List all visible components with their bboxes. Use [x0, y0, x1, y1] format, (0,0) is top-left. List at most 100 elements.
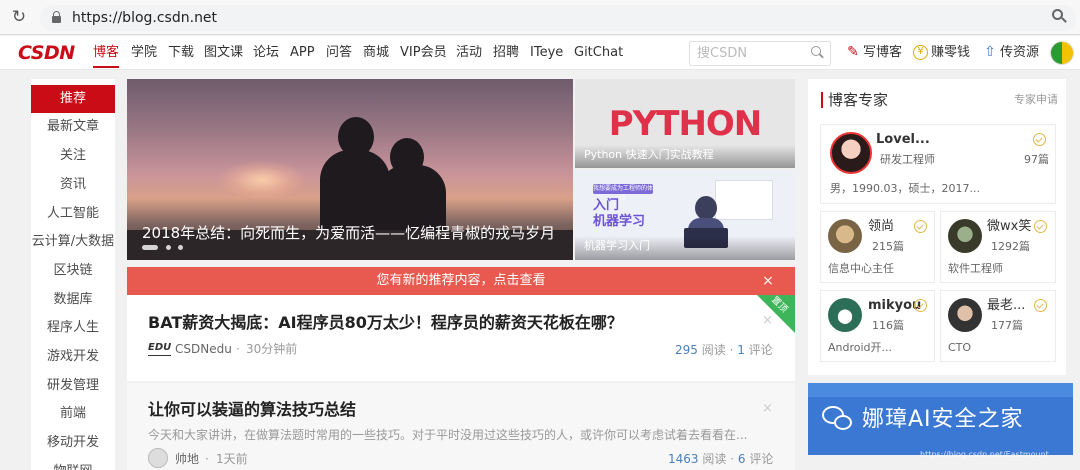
sidebar-item-ai[interactable]: 人工智能 [31, 200, 115, 228]
comment-count: 6 [737, 452, 746, 466]
expert-avatar[interactable] [828, 219, 862, 253]
article-author[interactable]: CSDNedu [175, 341, 232, 357]
verified-icon [1033, 133, 1046, 146]
carousel-dot-active[interactable] [142, 245, 158, 250]
sidebar-item-latest[interactable]: 最新文章 [31, 113, 115, 141]
expert-name[interactable]: 微wx笑 [987, 219, 1031, 235]
banner-title: 娜璋AI安全之家 [862, 407, 1024, 432]
nav-item-mall[interactable]: 商城 [363, 44, 389, 62]
comment-label: 评论 [748, 343, 773, 357]
nav-item-vip[interactable]: VIP会员 [400, 44, 447, 62]
sidebar-item-news[interactable]: 资讯 [31, 171, 115, 199]
article-time: 30分钟前 [246, 342, 298, 356]
expert-role: 软件工程师 [948, 262, 1003, 275]
url-text[interactable]: https://blog.csdn.net [72, 9, 217, 27]
expert-avatar[interactable] [948, 219, 982, 253]
expert-post-count: 177篇 [991, 319, 1023, 332]
upload-icon[interactable]: ⇧ [982, 44, 998, 60]
python-course-caption[interactable]: Python 快速入门实战教程 [584, 148, 714, 162]
sidebar-item-iot[interactable]: 物联网 [31, 458, 115, 470]
ml-tile-title: 入门 机器学习 [593, 198, 645, 230]
article-author[interactable]: 帅地 [175, 451, 199, 467]
expert-avatar[interactable] [828, 298, 862, 332]
lock-icon[interactable] [52, 11, 61, 23]
expert-role: Android开... [828, 341, 893, 354]
upload-button[interactable]: 传资源 [1000, 44, 1039, 62]
watermark-url: https://blog.csdn.net/Eastmount [920, 450, 1049, 459]
banner-stripe [808, 383, 1073, 397]
nav-item-gitchat[interactable]: GitChat [574, 44, 623, 62]
sidebar-item-management[interactable]: 研发管理 [31, 372, 115, 400]
nav-item-qa[interactable]: 问答 [326, 44, 352, 62]
expert-role: 研发工程师 [880, 153, 935, 166]
verified-icon [1034, 220, 1047, 233]
meta-separator: · [236, 342, 240, 356]
nav-item-course[interactable]: 图文课 [204, 44, 243, 62]
article-stats: 1463 阅读 · 6 评论 [668, 452, 774, 466]
sidebar-item-follow[interactable]: 关注 [31, 142, 115, 170]
expert-post-count: 116篇 [872, 319, 904, 332]
author-avatar[interactable] [148, 448, 168, 468]
nav-item-academy[interactable]: 学院 [131, 44, 157, 62]
expert-post-count: 215篇 [872, 240, 904, 253]
article-card[interactable] [127, 295, 795, 381]
expert-name[interactable]: 领尚 [868, 219, 894, 235]
carousel-dot[interactable] [178, 245, 183, 250]
nav-item-forum[interactable]: 论坛 [253, 44, 279, 62]
nav-item-iteye[interactable]: ITeye [530, 44, 563, 62]
reload-icon[interactable]: ↻ [10, 6, 28, 28]
sidebar-item-database[interactable]: 数据库 [31, 286, 115, 314]
ml-tile-title-line1: 入门 [593, 198, 620, 213]
expert-name[interactable]: 最老... [987, 298, 1025, 314]
sidebar-item-recommend[interactable]: 推荐 [31, 85, 115, 113]
ml-illustration-head [695, 196, 717, 220]
dismiss-article-icon[interactable]: × [762, 402, 773, 416]
hero-silhouette-man-head [338, 117, 374, 157]
active-nav-indicator [93, 66, 119, 68]
verified-icon [914, 299, 927, 312]
expert-avatar[interactable] [948, 298, 982, 332]
nav-item-events[interactable]: 活动 [456, 44, 482, 62]
earn-money-button[interactable]: 赚零钱 [931, 44, 970, 62]
nav-item-app[interactable]: APP [290, 44, 315, 62]
sidebar-item-game[interactable]: 游戏开发 [31, 343, 115, 371]
search-icon[interactable] [811, 46, 825, 60]
expert-apply-link[interactable]: 专家申请 [1014, 93, 1058, 107]
sidebar-item-mobile[interactable]: 移动开发 [31, 429, 115, 457]
sidebar-item-life[interactable]: 程序人生 [31, 314, 115, 342]
carousel-dot[interactable] [166, 245, 171, 250]
hero-caption[interactable]: 2018年总结：向死而生，为爱而活——忆编程青椒的戎马岁月 [142, 223, 555, 243]
nav-item-download[interactable]: 下载 [168, 44, 194, 62]
expert-name[interactable]: Lovel... [876, 132, 930, 148]
expert-post-count: 97篇 [1024, 153, 1049, 166]
user-avatar[interactable] [1050, 41, 1074, 65]
article-title[interactable]: 让你可以装逼的算法技巧总结 [148, 399, 356, 421]
ml-course-caption[interactable]: 机器学习入门 [584, 239, 650, 253]
csdn-logo[interactable]: CSDN [18, 40, 75, 66]
hero-silhouette-woman-head [390, 138, 424, 176]
sidebar-item-cloud[interactable]: 云计算/大数据 [31, 228, 115, 256]
meta-separator: · [205, 452, 209, 466]
write-blog-button[interactable]: 写博客 [863, 44, 902, 62]
notice-close-icon[interactable]: × [761, 272, 775, 290]
zoom-icon[interactable] [1052, 9, 1068, 25]
nav-item-blog[interactable]: 博客 [93, 44, 119, 62]
sidebar-item-blockchain[interactable]: 区块链 [31, 257, 115, 285]
coin-icon[interactable]: ¥ [913, 45, 928, 60]
verified-icon [1034, 299, 1047, 312]
expert-info: 男，1990.03，硕士，2017... [830, 182, 980, 195]
article-time: 1天前 [216, 452, 248, 466]
read-count: 1463 [668, 452, 699, 466]
wechat-icon [822, 406, 854, 434]
nav-item-jobs[interactable]: 招聘 [493, 44, 519, 62]
expert-avatar[interactable] [830, 132, 872, 174]
sidebar-item-frontend[interactable]: 前端 [31, 400, 115, 428]
search-placeholder: 搜CSDN [697, 46, 748, 61]
edu-logo-icon: EDU [148, 341, 172, 356]
ml-illustration-board [715, 180, 773, 220]
notice-text[interactable]: 您有新的推荐内容，点击查看 [127, 272, 795, 290]
read-count: 295 [675, 343, 698, 357]
article-title[interactable]: BAT薪资大揭底：AI程序员80万太少！程序员的薪资天花板在哪？ [148, 312, 623, 334]
pen-icon[interactable]: ✎ [845, 44, 861, 60]
read-label: 阅读 [702, 452, 727, 466]
